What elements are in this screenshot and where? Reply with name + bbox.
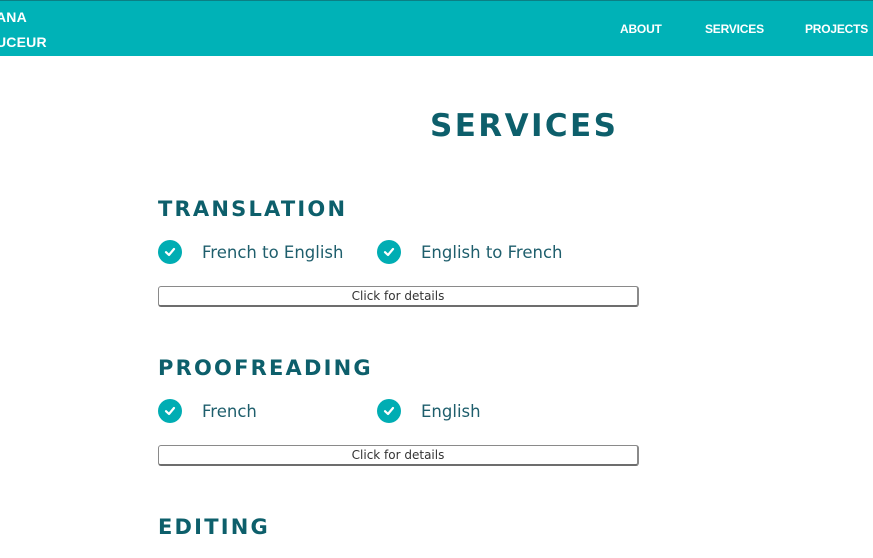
section-heading-editing: EDITING [158,515,270,539]
check-circle-icon [377,399,401,423]
check-circle-icon [158,240,182,264]
service-item-label: French to English [202,242,344,262]
service-item-label: French [202,401,257,421]
nav-link-about[interactable]: ABOUT [620,1,662,57]
nav-link-services[interactable]: SERVICES [705,1,764,57]
service-item: English [377,398,481,424]
brand-line-1: ANA [0,9,27,25]
check-circle-icon [377,240,401,264]
brand-logo[interactable]: ANA UCEUR [0,5,47,55]
service-item: French to English [158,239,343,265]
proofreading-details-button[interactable]: Click for details [158,445,639,466]
top-navigation-bar: ANA UCEUR ABOUT SERVICES PROJECTS [0,0,873,56]
service-item-label: English [421,401,481,421]
page-title: SERVICES [430,108,619,144]
service-item: French [158,398,257,424]
section-heading-proofreading: PROOFREADING [158,356,373,380]
service-item-label: English to French [421,242,563,262]
nav-link-projects[interactable]: PROJECTS [805,1,868,57]
check-circle-icon [158,399,182,423]
brand-line-2: UCEUR [0,34,47,50]
service-item: English to French [377,239,562,265]
section-heading-translation: TRANSLATION [158,197,348,221]
translation-details-button[interactable]: Click for details [158,286,639,307]
